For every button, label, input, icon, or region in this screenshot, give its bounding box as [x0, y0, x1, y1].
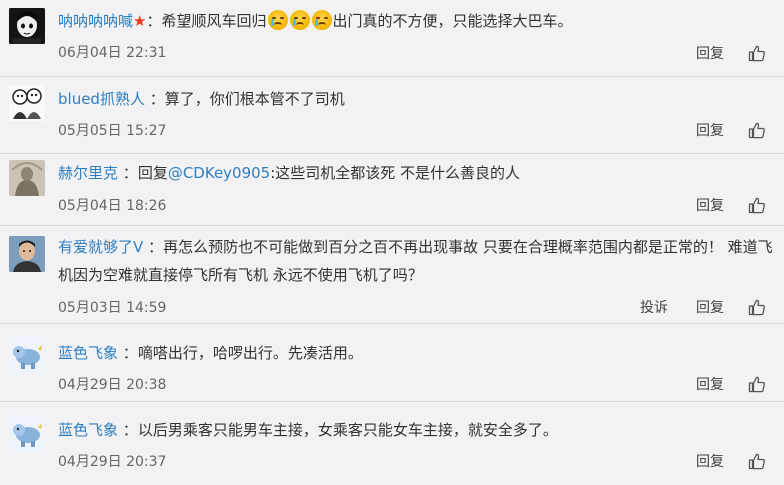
username-link[interactable]: 蓝色飞象 — [58, 344, 118, 362]
avatar[interactable] — [9, 8, 45, 44]
thumbs-up-icon[interactable] — [748, 452, 766, 470]
comment-item: 呐呐呐呐喊★：希望顺风车回归 出门真的不方便，只能选择大巴车。 06月04日 22… — [0, 0, 784, 77]
comment-content: 嘀嗒出行，哈啰出行。先凑活用。 — [137, 344, 363, 362]
comment-item: 有爱就够了V ：再怎么预防也不可能做到百分之百不再出现事故 只要在合理概率范围内… — [0, 226, 784, 324]
username-link[interactable]: 呐呐呐呐喊 — [58, 12, 133, 30]
timestamp: 04月29日 20:38 — [58, 377, 167, 393]
comment-content: 再怎么预防也不可能做到百分之百不再出现事故 只要在合理概率范围内都是正常的！ 难… — [163, 238, 773, 256]
crying-face-icon — [267, 10, 288, 30]
reply-button[interactable]: 回复 — [696, 297, 724, 317]
thumbs-up-icon[interactable] — [748, 44, 766, 62]
avatar[interactable] — [9, 85, 45, 121]
comment-text: 蓝色飞象 ：以后男乘客只能男车主接，女乘客只能女车主接，就安全多了。 — [58, 421, 558, 439]
comment-content: 希望顺风车回归 — [161, 12, 267, 30]
comment-text: 有爱就够了V ：再怎么预防也不可能做到百分之百不再出现事故 只要在合理概率范围内… — [58, 238, 773, 256]
username-link[interactable]: 蓝色飞象 — [58, 421, 118, 439]
comment-item: 赫尔里克 ：回复@CDKey0905:这些司机全都该死 不是什么善良的人 05月… — [0, 154, 784, 226]
username-link[interactable]: 赫尔里克 — [58, 164, 118, 182]
comment-text: blued抓熟人 ：算了，你们根本管不了司机 — [58, 90, 345, 108]
comment-item: 蓝色飞象 ：以后男乘客只能男车主接，女乘客只能女车主接，就安全多了。 04月29… — [0, 402, 784, 485]
comment-content: 出门真的不方便，只能选择大巴车。 — [332, 12, 573, 30]
comment-content: :这些司机全都该死 不是什么善良的人 — [270, 164, 521, 182]
comment-text: 呐呐呐呐喊★：希望顺风车回归 出门真的不方便，只能选择大巴车。 — [58, 10, 573, 30]
thumbs-up-icon[interactable] — [748, 298, 766, 316]
comment-text: 蓝色飞象 ：嘀嗒出行，哈啰出行。先凑活用。 — [58, 344, 363, 362]
comment-item: blued抓熟人 ：算了，你们根本管不了司机 05月05日 15:27 回复 — [0, 77, 784, 154]
avatar[interactable] — [9, 160, 45, 196]
username-link[interactable]: blued抓熟人 — [58, 90, 145, 108]
avatar[interactable] — [9, 415, 45, 451]
reply-button[interactable]: 回复 — [696, 195, 724, 215]
comment-content: 算了，你们根本管不了司机 — [164, 90, 345, 108]
comment-list: 呐呐呐呐喊★：希望顺风车回归 出门真的不方便，只能选择大巴车。 06月04日 22… — [0, 0, 784, 485]
comment-item: 蓝色飞象 ：嘀嗒出行，哈啰出行。先凑活用。 04月29日 20:38 回复 — [0, 324, 784, 402]
reply-button[interactable]: 回复 — [696, 120, 724, 140]
comment-content: 机因为空难就直接停飞所有飞机 永远不使用飞机了吗？ — [58, 266, 423, 284]
timestamp: 06月04日 22:31 — [58, 45, 167, 61]
username-link[interactable]: 有爱就够了V — [58, 238, 143, 256]
comment-text-continued: 机因为空难就直接停飞所有飞机 永远不使用飞机了吗？ — [58, 262, 764, 289]
reply-prefix: 回复 — [137, 164, 168, 182]
mention-link[interactable]: @CDKey0905 — [168, 164, 270, 182]
reply-button[interactable]: 回复 — [696, 451, 724, 471]
timestamp: 05月03日 14:59 — [58, 300, 167, 316]
timestamp: 04月29日 20:37 — [58, 454, 167, 470]
timestamp: 05月04日 18:26 — [58, 198, 167, 214]
comment-text: 赫尔里克 ：回复@CDKey0905:这些司机全都该死 不是什么善良的人 — [58, 164, 521, 182]
comment-content: 以后男乘客只能男车主接，女乘客只能女车主接，就安全多了。 — [137, 421, 558, 439]
thumbs-up-icon[interactable] — [748, 121, 766, 139]
avatar[interactable] — [9, 236, 45, 272]
star-icon: ★ — [133, 12, 147, 30]
timestamp: 05月05日 15:27 — [58, 123, 167, 139]
thumbs-up-icon[interactable] — [748, 375, 766, 393]
crying-face-icon — [311, 10, 332, 30]
avatar[interactable] — [9, 337, 45, 373]
crying-face-icon — [289, 10, 310, 30]
reply-button[interactable]: 回复 — [696, 374, 724, 394]
thumbs-up-icon[interactable] — [748, 196, 766, 214]
report-button[interactable]: 投诉 — [640, 297, 668, 317]
reply-button[interactable]: 回复 — [696, 43, 724, 63]
